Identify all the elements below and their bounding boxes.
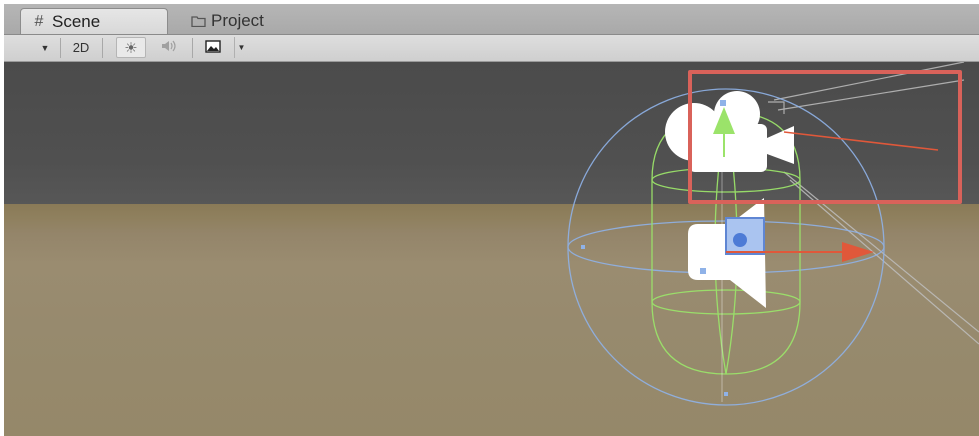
sun-icon: ☀ — [124, 39, 138, 57]
toolbar-divider — [192, 38, 193, 58]
2d-mode-label: 2D — [72, 40, 90, 55]
effects-dropdown[interactable]: ▼ — [234, 37, 248, 58]
toolbar-divider — [102, 38, 103, 58]
scene-window: # Scene Project ▼ 2D ☀ ▼ — [4, 4, 979, 436]
scene-toolbar: ▼ 2D ☀ ▼ — [4, 35, 979, 62]
hash-icon: # — [34, 12, 44, 30]
draw-mode-dropdown[interactable]: ▼ — [36, 37, 54, 58]
tab-project[interactable]: Project — [180, 8, 274, 34]
speaker-icon — [160, 39, 178, 56]
scene-effects-button[interactable] — [200, 37, 226, 58]
tab-scene[interactable]: # Scene — [20, 8, 168, 34]
tab-bar: # Scene Project — [4, 4, 979, 35]
2d-mode-button[interactable]: 2D — [66, 37, 96, 58]
scene-audio-button[interactable] — [154, 37, 184, 58]
image-icon — [205, 39, 221, 56]
chevron-down-icon: ▼ — [237, 43, 246, 52]
tab-scene-label: Scene — [52, 11, 101, 31]
toolbar-divider — [60, 38, 61, 58]
highlight-box — [688, 70, 962, 204]
folder-icon — [190, 15, 206, 27]
tab-project-label: Project — [211, 11, 264, 30]
scene-lighting-button[interactable]: ☀ — [116, 37, 146, 58]
chevron-down-icon: ▼ — [40, 42, 50, 53]
scene-viewport[interactable] — [4, 62, 979, 436]
